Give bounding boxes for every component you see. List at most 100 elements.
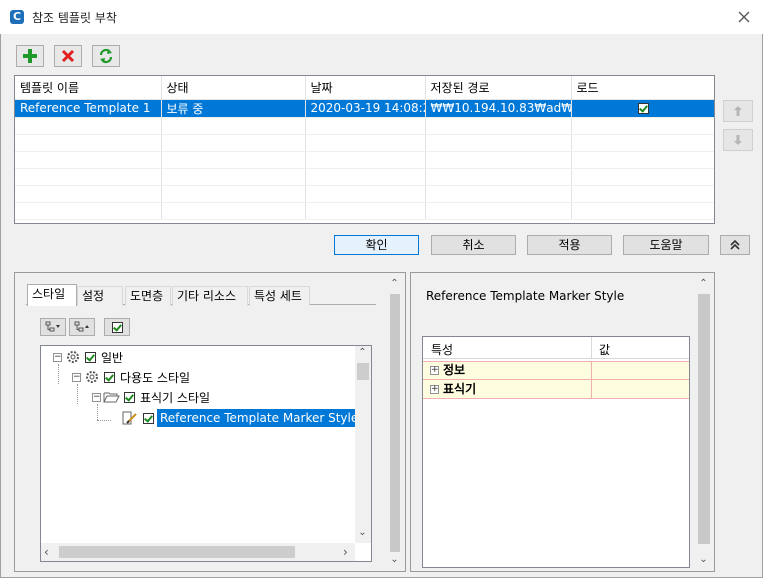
tree-scroll-right-arrow[interactable]: › [343, 545, 348, 559]
tree-scroll-thumb[interactable] [357, 363, 369, 380]
property-row-info[interactable]: + 정보 [423, 361, 689, 380]
marker-style-icon [122, 411, 137, 425]
cancel-button[interactable]: 취소 [431, 235, 516, 255]
tree-horizontal-scrollbar[interactable]: ‹ › [41, 543, 355, 561]
column-divider [591, 337, 592, 359]
table-row [15, 151, 714, 169]
property-value [593, 361, 599, 380]
tab-layers[interactable]: 도면층 [125, 286, 171, 306]
ok-button[interactable]: 확인 [334, 235, 419, 255]
tree-item[interactable]: − 표식기 스타일 [92, 388, 210, 406]
expand-tree-icon [45, 321, 60, 332]
right-scroll-up-arrow[interactable]: ⌃ [697, 278, 710, 289]
tab-property-sets[interactable]: 특성 세트 [249, 286, 310, 306]
tree-connector [58, 364, 59, 384]
collapse-toggle[interactable]: − [72, 372, 81, 382]
tree-scroll-left-arrow[interactable]: ‹ [44, 545, 49, 559]
table-row [15, 134, 714, 152]
cell-status: 보류 중 [161, 99, 306, 118]
tab-settings[interactable]: 설정 [77, 286, 123, 306]
tree-checkbox[interactable] [143, 412, 154, 424]
scroll-thumb[interactable] [390, 294, 400, 552]
column-header-property: 특성 [431, 343, 454, 357]
collapse-tree-icon [74, 321, 89, 332]
app-icon: C [10, 10, 24, 24]
arrow-down-icon [734, 135, 742, 145]
load-checkbox[interactable] [637, 103, 649, 114]
cell-load [571, 99, 714, 118]
scroll-up-arrow[interactable]: ⌃ [388, 278, 401, 289]
cell-divider [591, 380, 592, 399]
table-row[interactable]: Reference Template 1 보류 중 2020-03-19 14:… [15, 99, 714, 118]
apply-button[interactable]: 적용 [527, 235, 612, 255]
column-header-status[interactable]: 상태 [161, 76, 306, 100]
tree-item[interactable]: Reference Template Marker Style [121, 409, 362, 427]
template-grid[interactable]: 템플릿 이름 상태 날짜 저장된 경로 로드 Reference Templat… [14, 75, 715, 224]
cell-date: 2020-03-19 14:08:26 [305, 99, 426, 118]
collapse-toggle[interactable]: − [92, 392, 101, 402]
left-panel-scrollbar[interactable]: ⌃ ⌄ [388, 276, 402, 568]
details-title: Reference Template Marker Style [426, 289, 625, 303]
gear-icon [67, 351, 79, 363]
help-button[interactable]: 도움말 [623, 235, 709, 255]
cell-path: ₩₩10.194.10.83₩ad₩202 [425, 99, 572, 118]
table-row [15, 202, 714, 220]
add-button[interactable] [16, 45, 44, 67]
plus-icon [23, 49, 37, 63]
gear-icon [86, 371, 98, 383]
expand-all-button[interactable] [40, 318, 66, 336]
check-all-button[interactable] [104, 318, 130, 336]
close-button[interactable] [732, 6, 756, 28]
tree-connector [77, 384, 78, 404]
cell-divider [591, 361, 592, 380]
right-panel-scrollbar[interactable]: ⌃ ⌄ [696, 276, 712, 568]
column-header-path[interactable]: 저장된 경로 [425, 76, 572, 100]
tree-scroll-down-arrow[interactable]: ⌄ [356, 527, 369, 538]
column-header-load[interactable]: 로드 [571, 76, 714, 100]
column-header-value: 값 [599, 343, 611, 357]
property-label: 표식기 [443, 382, 477, 396]
delete-button[interactable] [54, 45, 82, 67]
refresh-button[interactable] [92, 45, 120, 67]
window-title: 참조 템플릿 부착 [32, 11, 117, 25]
cell-name: Reference Template 1 [15, 99, 162, 118]
tree-checkbox[interactable] [124, 391, 135, 403]
collapse-toggle[interactable]: − [53, 352, 62, 362]
tree-connector [97, 420, 111, 421]
tree-item[interactable]: − 다용도 스타일 [72, 368, 190, 386]
double-chevron-up-icon [730, 239, 740, 250]
move-up-button[interactable] [723, 100, 753, 122]
x-icon [61, 49, 75, 63]
tree-checkbox[interactable] [85, 351, 96, 363]
collapse-button[interactable] [720, 235, 750, 255]
tree-item-label: 다용도 스타일 [120, 370, 191, 385]
move-down-button[interactable] [723, 129, 753, 151]
tree-hscroll-thumb[interactable] [59, 546, 295, 558]
tree-item-label: 표식기 스타일 [140, 390, 211, 405]
table-row [15, 185, 714, 203]
property-row-marker[interactable]: + 표식기 [423, 380, 689, 399]
column-header-date[interactable]: 날짜 [305, 76, 426, 100]
right-scroll-thumb[interactable] [698, 294, 710, 544]
column-header-name[interactable]: 템플릿 이름 [15, 76, 162, 100]
table-row [15, 168, 714, 186]
table-row [15, 117, 714, 135]
tree-item-label-selected: Reference Template Marker Style [157, 409, 362, 427]
style-tree[interactable]: − 일반 − 다용도 스타일 − 표식기 스타일 Reference Templ… [40, 345, 372, 562]
right-scroll-down-arrow[interactable]: ⌄ [697, 554, 710, 565]
property-grid[interactable]: 특성 값 + 정보 + 표식기 [422, 336, 690, 568]
tab-style[interactable]: 스타일 [27, 284, 77, 306]
check-all-icon [111, 321, 123, 333]
tree-scroll-up-arrow[interactable]: ⌃ [356, 347, 369, 358]
scroll-down-arrow[interactable]: ⌄ [388, 554, 401, 565]
property-label: 정보 [443, 363, 466, 377]
tree-connector [97, 404, 98, 420]
arrow-up-icon [734, 106, 742, 116]
grid-header: 템플릿 이름 상태 날짜 저장된 경로 로드 [15, 76, 714, 100]
tree-item[interactable]: − 일반 [53, 348, 123, 366]
tree-vertical-scrollbar[interactable]: ⌃ ⌄ [355, 346, 371, 543]
collapse-all-button[interactable] [69, 318, 95, 336]
tab-other-resources[interactable]: 기타 리소스 [172, 286, 248, 306]
tree-item-label: 일반 [101, 350, 124, 365]
tree-checkbox[interactable] [104, 371, 115, 383]
